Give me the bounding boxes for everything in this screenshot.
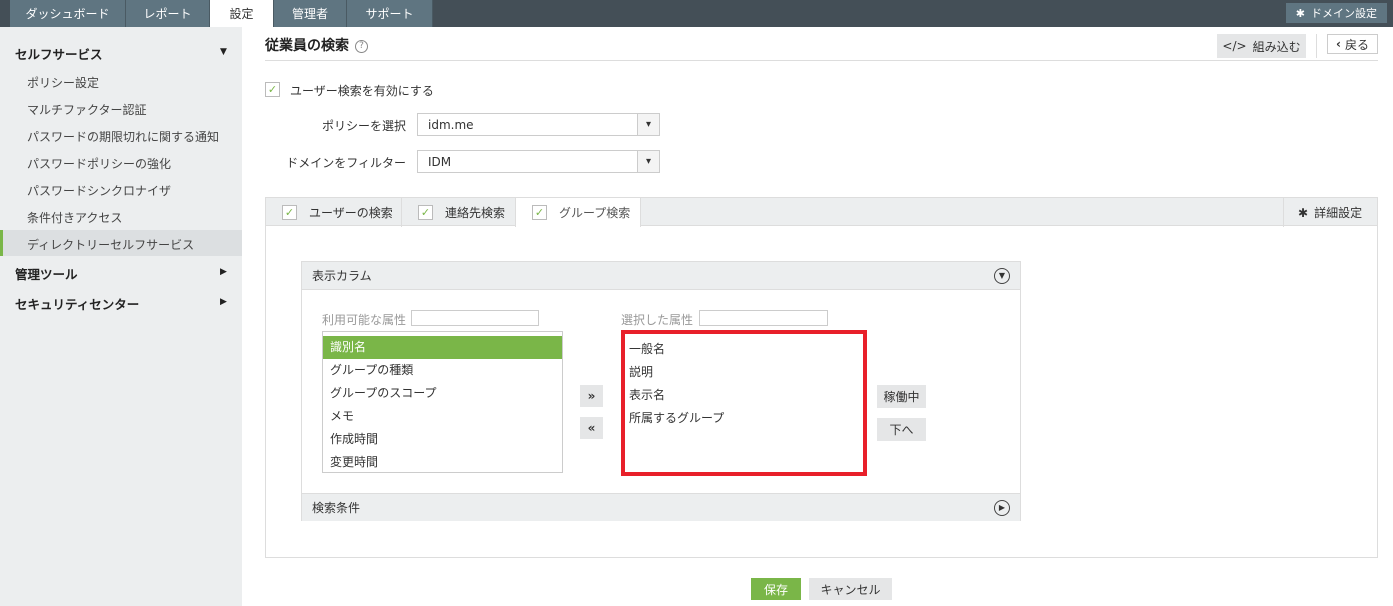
sidebar-item-password-policy[interactable]: パスワードポリシーの強化 — [27, 155, 171, 172]
domain-settings-button[interactable]: ✱ ドメイン設定 — [1285, 3, 1387, 23]
policy-label: ポリシーを選択 — [321, 119, 406, 133]
chevron-down-icon: ▾ — [637, 151, 659, 172]
checkbox-icon[interactable]: ✓ — [282, 205, 297, 220]
criteria-title: 検索条件 — [312, 501, 361, 515]
gear-icon: ✱ — [1295, 6, 1305, 20]
list-item[interactable]: グループの種類 — [323, 359, 562, 382]
tab-contact-search[interactable]: ✓ 連絡先検索 — [402, 198, 516, 227]
page-title-text: 従業員の検索 — [265, 38, 349, 54]
embed-label: 組み込む — [1252, 39, 1301, 54]
sidebar-section-self-service[interactable]: セルフサービス — [15, 44, 103, 63]
criteria-header[interactable]: 検索条件 ▶ — [302, 493, 1020, 521]
collapse-icon[interactable]: ▼ — [994, 268, 1010, 284]
caret-right-icon[interactable]: ▶ — [220, 267, 227, 277]
tab-settings[interactable]: 設定 — [210, 0, 274, 27]
move-up-button[interactable]: 稼働中 — [877, 385, 926, 408]
list-item[interactable]: 一般名 — [625, 338, 863, 361]
list-item[interactable]: 所属するグループ — [625, 407, 863, 430]
domain-filter-select[interactable]: IDM ▾ — [417, 150, 660, 173]
tab-support[interactable]: サポート — [347, 0, 433, 27]
chevron-left-icon: ‹ — [1336, 37, 1341, 51]
tab-dashboard[interactable]: ダッシュボード — [10, 0, 126, 27]
checkbox-icon[interactable]: ✓ — [418, 205, 433, 220]
code-icon: </> — [1222, 39, 1247, 53]
caret-down-icon[interactable]: ▼ — [220, 47, 227, 57]
gear-icon: ✱ — [1298, 205, 1309, 220]
tab-label: ユーザーの検索 — [309, 206, 393, 220]
divider — [1316, 34, 1317, 58]
add-attribute-button[interactable]: » — [580, 385, 603, 407]
advanced-label: 詳細設定 — [1314, 206, 1363, 220]
caret-right-icon[interactable]: ▶ — [220, 297, 227, 307]
remove-attribute-button[interactable]: « — [580, 417, 603, 439]
back-label: 戻る — [1344, 37, 1369, 52]
tab-group-search[interactable]: ✓ グループ検索 — [516, 198, 641, 227]
list-item[interactable]: 変更時間 — [323, 451, 562, 474]
expand-icon[interactable]: ▶ — [994, 500, 1010, 516]
columns-title: 表示カラム — [312, 269, 372, 283]
selected-filter-input[interactable] — [699, 310, 828, 326]
tab-admin[interactable]: 管理者 — [274, 0, 347, 27]
policy-value: idm.me — [428, 117, 474, 132]
chevron-down-icon: ▾ — [637, 114, 659, 135]
available-list[interactable]: 識別名 グループの種類 グループのスコープ メモ 作成時間 変更時間 — [322, 331, 563, 473]
back-button[interactable]: ‹ 戻る — [1327, 34, 1378, 54]
selected-label: 選択した属性 — [621, 313, 694, 327]
columns-header[interactable]: 表示カラム ▼ — [302, 262, 1020, 290]
tab-reports[interactable]: レポート — [126, 0, 210, 27]
domain-settings-label: ドメイン設定 — [1311, 7, 1377, 20]
sidebar-item-directory[interactable]: ディレクトリーセルフサービス — [27, 236, 194, 253]
save-button[interactable]: 保存 — [751, 578, 801, 600]
selected-list[interactable]: 一般名 説明 表示名 所属するグループ — [621, 330, 867, 476]
domain-value: IDM — [428, 154, 452, 169]
available-filter-input[interactable] — [411, 310, 539, 326]
sidebar-item-expiry[interactable]: パスワードの期限切れに関する通知 — [27, 128, 219, 145]
domain-filter-label: ドメインをフィルター — [286, 156, 406, 170]
advanced-settings-button[interactable]: ✱ 詳細設定 — [1283, 198, 1377, 227]
list-item[interactable]: 表示名 — [625, 384, 863, 407]
enable-search-checkbox[interactable]: ✓ — [265, 82, 280, 97]
cancel-button[interactable]: キャンセル — [809, 578, 892, 600]
available-label: 利用可能な属性 — [322, 313, 407, 327]
tab-user-search[interactable]: ✓ ユーザーの検索 — [266, 198, 402, 227]
sidebar-item-sync[interactable]: パスワードシンクロナイザ — [27, 182, 171, 199]
page-title: 従業員の検索? — [265, 35, 368, 55]
help-icon[interactable]: ? — [355, 39, 368, 53]
sidebar-section-admin-tools[interactable]: 管理ツール — [15, 264, 78, 283]
list-item[interactable]: 説明 — [625, 361, 863, 384]
list-item[interactable]: 識別名 — [323, 336, 562, 359]
policy-select[interactable]: idm.me ▾ — [417, 113, 660, 136]
move-down-button[interactable]: 下へ — [877, 418, 926, 441]
tab-label: 連絡先検索 — [445, 206, 506, 220]
divider — [265, 60, 1378, 61]
tab-label: グループ検索 — [559, 206, 631, 220]
sidebar-item-conditional[interactable]: 条件付きアクセス — [27, 209, 122, 226]
enable-search-label: ユーザー検索を有効にする — [290, 84, 434, 98]
checkbox-icon[interactable]: ✓ — [532, 205, 547, 220]
list-item[interactable]: メモ — [323, 405, 562, 428]
sidebar-item-policy[interactable]: ポリシー設定 — [27, 74, 99, 91]
list-item[interactable]: 作成時間 — [323, 428, 562, 451]
sidebar-section-security[interactable]: セキュリティセンター — [15, 294, 139, 313]
sidebar-item-mfa[interactable]: マルチファクター認証 — [27, 101, 147, 118]
list-item[interactable]: グループのスコープ — [323, 382, 562, 405]
embed-button[interactable]: </> 組み込む — [1217, 34, 1306, 58]
